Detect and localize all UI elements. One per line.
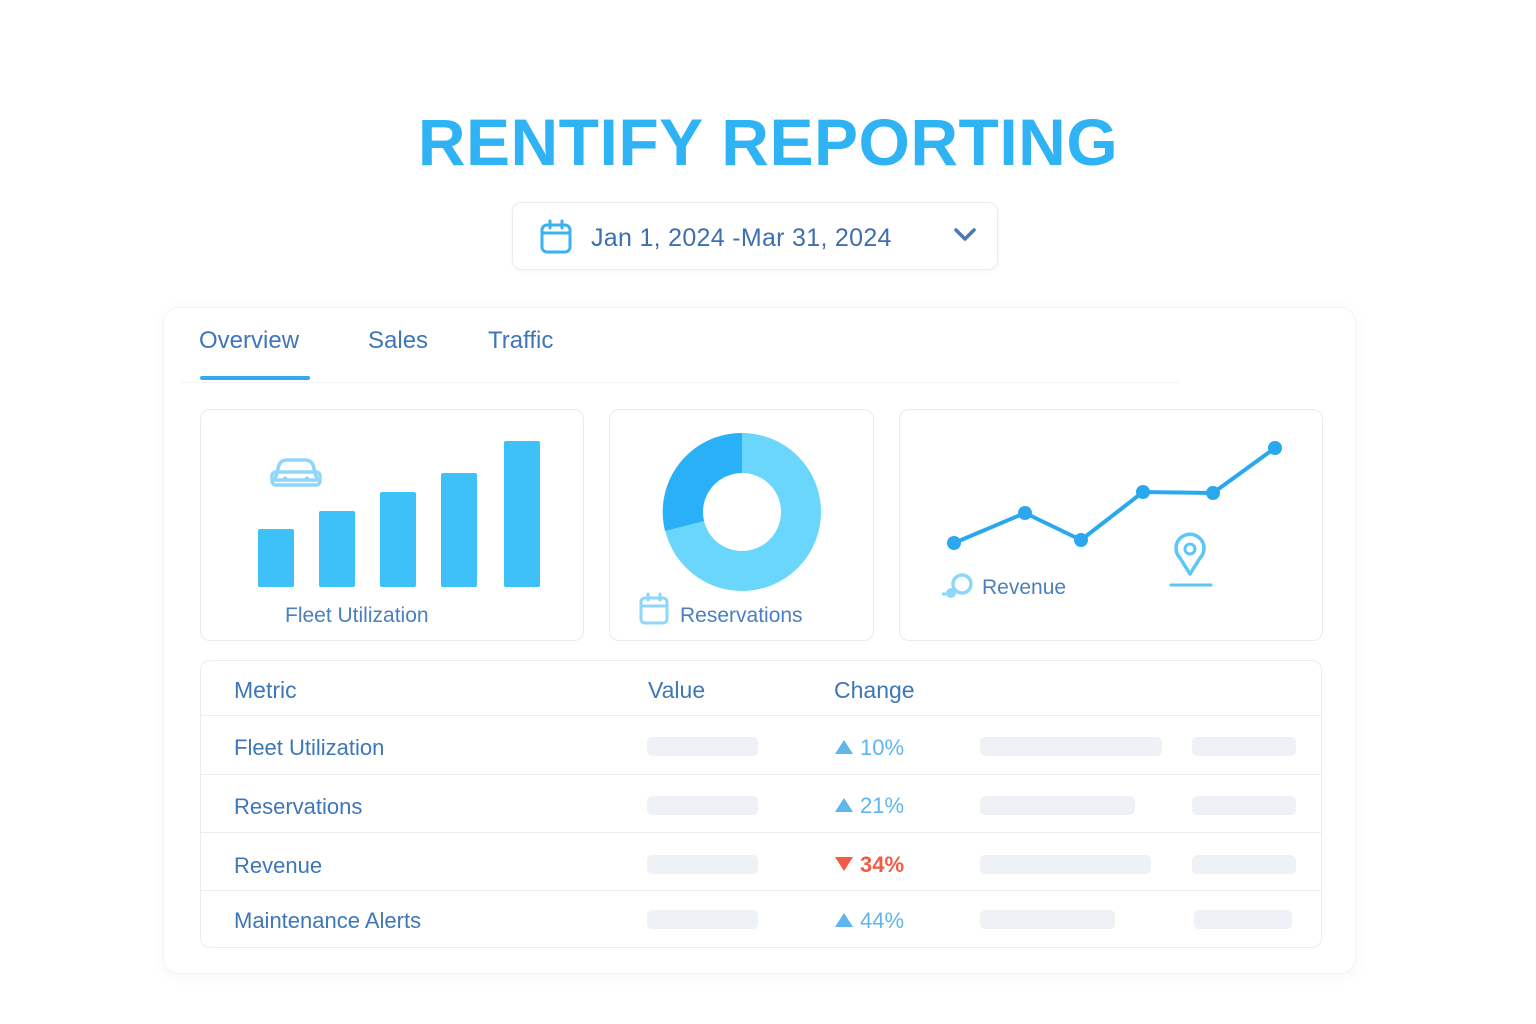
change-value: 34% — [834, 852, 904, 878]
fleet-utilization-label: Fleet Utilization — [285, 604, 429, 627]
tab-sales[interactable]: Sales — [368, 327, 428, 355]
revenue-label: Revenue — [982, 576, 1067, 599]
tabs-divider — [180, 382, 1180, 383]
reservations-label: Reservations — [680, 604, 803, 627]
chevron-down-icon[interactable] — [953, 227, 977, 248]
skeleton-bar — [980, 796, 1135, 815]
change-value: 44% — [834, 908, 904, 934]
calendar-icon — [539, 219, 573, 260]
table-row-metric: Revenue — [234, 853, 323, 878]
skeleton-bar — [1192, 855, 1296, 874]
row-divider — [200, 715, 1322, 716]
change-value: 10% — [834, 735, 904, 761]
data-point — [1018, 506, 1032, 520]
value-placeholder — [647, 855, 758, 874]
bar — [319, 511, 355, 587]
value-placeholder — [647, 796, 758, 815]
column-header-metric: Metric — [234, 677, 297, 703]
column-header-change: Change — [834, 677, 915, 703]
trend-up-icon — [835, 798, 853, 812]
date-range-picker[interactable]: Jan 1, 2024 -Mar 31, 2024 — [512, 202, 998, 270]
active-tab-indicator — [200, 376, 310, 380]
trend-up-icon — [835, 740, 853, 754]
table-row-metric: Maintenance Alerts — [234, 908, 422, 933]
metrics-table — [200, 660, 1322, 948]
data-point — [1206, 486, 1220, 500]
data-point — [1136, 485, 1150, 499]
data-point — [947, 536, 961, 550]
money-icon — [942, 573, 973, 598]
bar — [380, 492, 416, 587]
data-point — [1074, 533, 1088, 547]
value-placeholder — [647, 910, 758, 929]
bar — [258, 529, 294, 587]
car-icon — [270, 458, 322, 487]
row-divider — [200, 832, 1322, 833]
table-row-metric: Fleet Utilization — [234, 735, 385, 760]
data-point — [1268, 441, 1282, 455]
map-pin-icon — [1169, 532, 1213, 587]
skeleton-bar — [1192, 737, 1296, 756]
change-value: 21% — [834, 793, 904, 819]
calendar-icon — [639, 592, 669, 625]
date-range-label: Jan 1, 2024 -Mar 31, 2024 — [591, 224, 892, 252]
tab-overview[interactable]: Overview — [199, 327, 299, 355]
tab-traffic[interactable]: Traffic — [488, 327, 553, 355]
skeleton-bar — [1194, 910, 1292, 929]
skeleton-bar — [1192, 796, 1296, 815]
row-divider — [200, 890, 1322, 891]
trend-down-icon — [835, 857, 853, 871]
app-title: RENTIFY REPORTING — [417, 105, 1119, 179]
reservations-card[interactable]: Reservations — [609, 409, 874, 641]
bar — [504, 441, 540, 587]
skeleton-bar — [980, 737, 1162, 756]
table-row-metric: Reservations — [234, 794, 363, 819]
skeleton-bar — [980, 855, 1151, 874]
revenue-line-chart — [942, 441, 1282, 598]
trend-up-icon — [835, 913, 853, 927]
column-header-value: Value — [648, 677, 706, 703]
row-divider — [200, 774, 1322, 775]
fleet-utilization-card[interactable]: Fleet Utilization — [200, 409, 584, 641]
skeleton-bar — [980, 910, 1115, 929]
value-placeholder — [647, 737, 758, 756]
bar — [441, 473, 477, 587]
revenue-card[interactable]: Revenue — [899, 409, 1323, 641]
donut-segment — [662, 432, 742, 531]
series-line — [952, 446, 1277, 545]
